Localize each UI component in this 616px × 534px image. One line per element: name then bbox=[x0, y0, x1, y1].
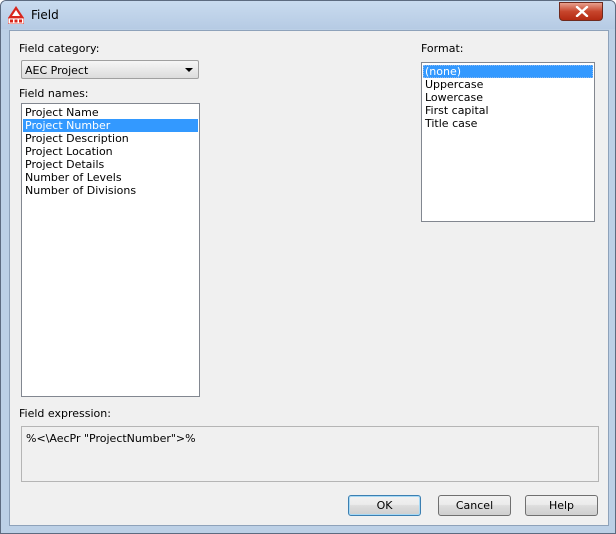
close-icon bbox=[575, 6, 589, 17]
autocad-mep-icon bbox=[7, 6, 25, 25]
field-expression-label: Field expression: bbox=[19, 407, 111, 420]
field-expression-box[interactable]: %<\AecPr "ProjectNumber">% bbox=[21, 426, 599, 482]
field-category-select[interactable]: AEC Project bbox=[21, 60, 199, 79]
field-name-item-project-details[interactable]: Project Details bbox=[23, 158, 198, 171]
cancel-button[interactable]: Cancel bbox=[438, 495, 511, 516]
format-item-uppercase[interactable]: Uppercase bbox=[423, 78, 593, 91]
format-label: Format: bbox=[421, 42, 464, 55]
field-names-list[interactable]: Project Name Project Number Project Desc… bbox=[21, 103, 200, 397]
format-item-lowercase[interactable]: Lowercase bbox=[423, 91, 593, 104]
field-dialog: Field Field category: AEC Project Field … bbox=[0, 0, 616, 534]
field-category-label: Field category: bbox=[19, 42, 100, 55]
help-button[interactable]: Help bbox=[525, 495, 598, 516]
field-name-item-project-number[interactable]: Project Number bbox=[23, 119, 198, 132]
field-name-item-number-of-levels[interactable]: Number of Levels bbox=[23, 171, 198, 184]
format-item-first-capital[interactable]: First capital bbox=[423, 104, 593, 117]
field-names-label: Field names: bbox=[19, 87, 89, 100]
field-name-item-project-name[interactable]: Project Name bbox=[23, 106, 198, 119]
field-category-value: AEC Project bbox=[25, 64, 89, 77]
format-item-none[interactable]: (none) bbox=[423, 65, 593, 78]
dialog-client: Field category: AEC Project Field names:… bbox=[9, 30, 609, 526]
chevron-down-icon bbox=[185, 68, 193, 72]
close-button[interactable] bbox=[559, 2, 603, 21]
field-name-item-project-location[interactable]: Project Location bbox=[23, 145, 198, 158]
field-name-item-project-description[interactable]: Project Description bbox=[23, 132, 198, 145]
field-name-item-number-of-divisions[interactable]: Number of Divisions bbox=[23, 184, 198, 197]
title-bar[interactable]: Field bbox=[1, 1, 615, 29]
window-title: Field bbox=[31, 8, 59, 22]
format-list[interactable]: (none) Uppercase Lowercase First capital… bbox=[421, 62, 595, 222]
format-item-title-case[interactable]: Title case bbox=[423, 117, 593, 130]
field-expression-value: %<\AecPr "ProjectNumber">% bbox=[26, 432, 196, 445]
ok-button[interactable]: OK bbox=[348, 495, 421, 516]
